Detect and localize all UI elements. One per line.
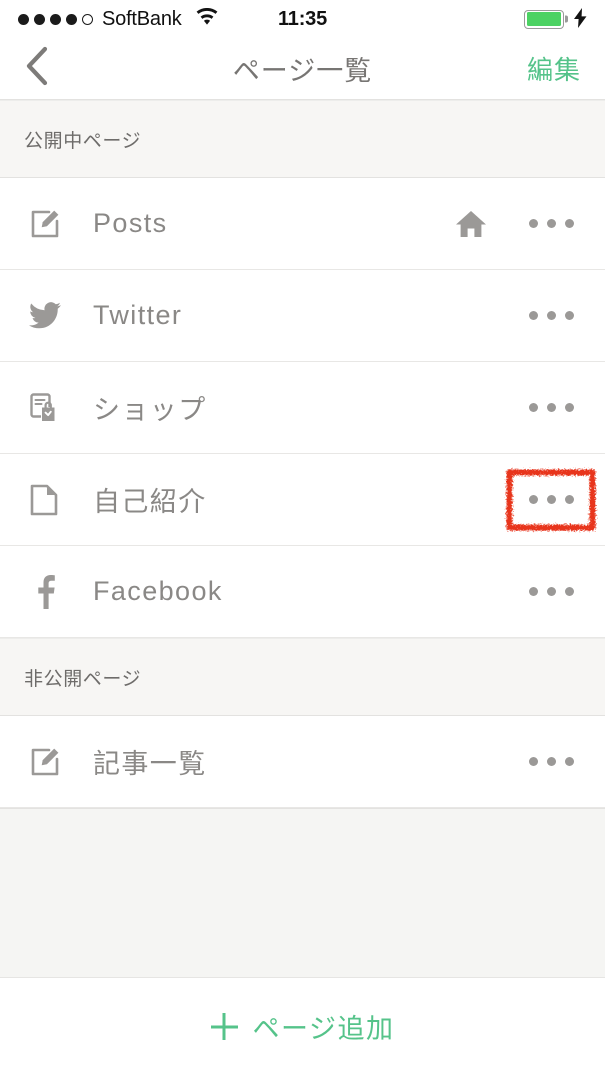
navigation-bar: ページ一覧 編集 — [0, 38, 605, 100]
edit-button[interactable]: 編集 — [527, 50, 581, 87]
signal-strength-icon — [18, 13, 93, 25]
page-title: ページ一覧 — [232, 56, 373, 86]
empty-list-area — [0, 808, 605, 977]
list-item-label: Twitter — [93, 300, 183, 330]
facebook-f-icon — [26, 574, 64, 609]
shop-bag-icon — [26, 392, 64, 424]
more-options-button[interactable] — [521, 387, 581, 429]
more-options-button[interactable] — [521, 203, 581, 245]
carrier-label: SoftBank — [102, 8, 182, 30]
list-item-label: 記事一覧 — [93, 749, 207, 779]
list-item-actions — [521, 295, 581, 337]
phone-screen: SoftBank 11:35 ページ一覧 編集 公開中ページ Posts Twi… — [0, 0, 605, 1075]
list-item[interactable]: 記事一覧 — [0, 716, 605, 808]
twitter-bird-icon — [26, 301, 64, 330]
list-item-actions — [521, 387, 581, 429]
list-item-label: Posts — [93, 208, 168, 238]
list-item-actions — [521, 741, 581, 783]
battery-icon — [524, 9, 564, 29]
edit-square-icon — [26, 746, 64, 778]
list-item-label: 自己紹介 — [93, 487, 207, 517]
document-page-icon — [26, 484, 64, 516]
list-item-label: ショップ — [93, 395, 207, 425]
home-icon — [455, 209, 487, 239]
more-options-button[interactable] — [521, 295, 581, 337]
chevron-left-icon — [24, 46, 50, 91]
page-list: 公開中ページ Posts Twitter ショップ 自己紹介 Facebook … — [0, 100, 605, 977]
status-bar-left: SoftBank — [18, 7, 219, 31]
back-button[interactable] — [24, 46, 68, 91]
more-options-button[interactable] — [521, 571, 581, 613]
add-page-button[interactable]: ページ追加 — [0, 977, 605, 1075]
list-item-actions — [455, 203, 581, 245]
section-header-published: 公開中ページ — [0, 100, 605, 178]
more-options-button[interactable] — [507, 469, 595, 530]
list-item[interactable]: Facebook — [0, 546, 605, 638]
list-item-actions — [521, 571, 581, 613]
section-header-label: 公開中ページ — [24, 130, 142, 152]
list-item[interactable]: ショップ — [0, 362, 605, 454]
list-item-actions — [507, 469, 595, 530]
status-bar: SoftBank 11:35 — [0, 0, 605, 38]
more-options-button[interactable] — [521, 741, 581, 783]
plus-icon — [211, 1013, 238, 1040]
add-page-button-content: ページ追加 — [211, 1007, 395, 1046]
list-item[interactable]: Posts — [0, 178, 605, 270]
list-item[interactable]: Twitter — [0, 270, 605, 362]
wifi-icon — [195, 7, 219, 31]
section-header-private: 非公開ページ — [0, 638, 605, 716]
add-page-label: ページ追加 — [252, 1014, 395, 1044]
edit-square-icon — [26, 208, 64, 240]
section-header-label: 非公開ページ — [24, 668, 142, 690]
list-item[interactable]: 自己紹介 — [0, 454, 605, 546]
list-item-label: Facebook — [93, 576, 223, 606]
status-bar-right — [524, 7, 587, 31]
lightning-bolt-icon — [574, 7, 587, 31]
